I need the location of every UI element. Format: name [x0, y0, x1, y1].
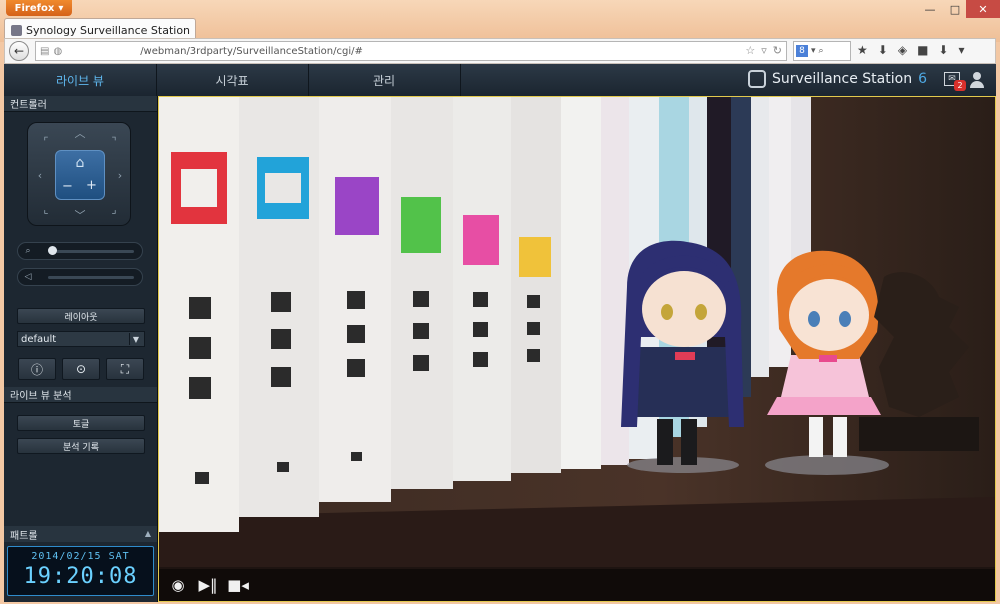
minimize-button[interactable]: — [916, 0, 944, 18]
volume-slider-track [48, 276, 134, 279]
snapshot-icon[interactable]: ◉ [167, 574, 189, 596]
ptz-center: ⌂ − + [55, 150, 105, 200]
minimize-icon: — [924, 2, 936, 16]
sidebar: 컨트롤러 ⌜ ︿ ⌝ ‹ › ⌞ ﹀ ⌟ ⌂ − + ⌕ ◁ 레이아웃 defa… [4, 96, 158, 602]
reload-icon[interactable]: ↻ [773, 44, 782, 57]
bookmarks-icon[interactable]: ★ [857, 43, 868, 57]
tab-live-view[interactable]: 라이브 뷰 [4, 64, 157, 96]
video-controls: ◉ ▶‖ ■◂ [159, 569, 995, 601]
navigation-bar: ← ▤ ◍ /webman/3rdparty/SurveillanceStati… [4, 38, 996, 64]
tab-timeline[interactable]: 시각표 [156, 64, 309, 96]
camera-feed[interactable]: ◉ ▶‖ ■◂ [158, 96, 996, 602]
firefox-menu-label: Firefox [14, 2, 55, 14]
brand-version: 6 [918, 71, 927, 87]
url-bar-icons: ▤ ◍ [36, 46, 62, 57]
close-button[interactable]: ✕ [966, 0, 1000, 18]
pan-down-icon[interactable]: ﹀ [72, 207, 88, 223]
volume-slider[interactable]: ◁ [17, 268, 143, 286]
record-icon[interactable]: ■◂ [227, 574, 249, 596]
zoom-out-icon[interactable]: − [62, 179, 73, 194]
clock-time: 19:20:08 [23, 564, 138, 589]
back-button[interactable]: ← [9, 41, 29, 61]
user-icon[interactable] [970, 72, 984, 88]
fullscreen-button[interactable]: ⛶ [106, 358, 144, 380]
url-bar[interactable]: ▤ ◍ /webman/3rdparty/SurveillanceStation… [35, 41, 787, 61]
analysis-history-button[interactable]: 분석 기록 [17, 438, 145, 454]
addon-icon[interactable]: ■ [917, 43, 928, 57]
toolbar-icons: ★ ⬇ ◈ ■ ⬇ ▾ [857, 43, 965, 57]
download-icon[interactable]: ⬇ [878, 43, 888, 57]
firefox-menu-button[interactable]: Firefox ▾ [6, 0, 72, 16]
favicon-icon [11, 25, 22, 36]
brand-name: Surveillance Station [772, 71, 913, 87]
zoom-in-icon[interactable]: + [86, 178, 97, 193]
toggle-button[interactable]: 토글 [17, 415, 145, 431]
globe-icon: ◍ [53, 45, 63, 57]
search-engine-icon: 8 [796, 45, 808, 57]
location-pin-icon: ⊙ [75, 362, 87, 376]
live-view-analysis-title: 라이브 뷰 분석 [4, 387, 157, 403]
home-icon[interactable]: ⌂ [71, 155, 89, 171]
pan-down-left-icon[interactable]: ⌞ [38, 201, 54, 217]
bookmark-star-icon[interactable]: ☆ [745, 44, 755, 57]
brand: Surveillance Station 6 [748, 70, 927, 88]
url-text: /webman/3rdparty/SurveillanceStation/cgi… [140, 45, 363, 57]
pan-up-left-icon[interactable]: ⌜ [38, 133, 54, 149]
download-helper-icon[interactable]: ⬇ [938, 43, 948, 57]
fullscreen-icon: ⛶ [120, 361, 130, 376]
maximize-icon: □ [949, 2, 961, 16]
pan-up-right-icon[interactable]: ⌝ [106, 133, 122, 149]
url-bar-actions: ☆ ▿ ↻ [745, 44, 782, 57]
pan-down-right-icon[interactable]: ⌟ [106, 201, 122, 217]
menu-dropdown-icon[interactable]: ▾ [958, 43, 964, 57]
chevron-up-icon: ▲ [144, 529, 151, 538]
location-button[interactable]: ⊙ [62, 358, 100, 380]
tab-management[interactable]: 관리 [308, 64, 461, 96]
pan-left-icon[interactable]: ‹ [32, 167, 48, 183]
controller-section-title: 컨트롤러 [4, 96, 157, 112]
surveillance-logo-icon [748, 70, 766, 88]
pan-up-icon[interactable]: ︿ [72, 125, 88, 141]
patrol-label: 패트롤 [10, 530, 38, 542]
window-titlebar: Firefox ▾ — □ ✕ Synology Surveillance St… [0, 0, 1000, 42]
chevron-down-icon: ▾ [58, 2, 64, 14]
magnifier-icon: ⌕ [25, 246, 31, 256]
app-header: 라이브 뷰 시각표 관리 Surveillance Station 6 ✉ 2 [4, 64, 996, 97]
search-icon: ⌕ [818, 46, 824, 56]
zoom-slider-track [48, 250, 134, 253]
layout-button[interactable]: 레이아웃 [17, 308, 145, 324]
layout-select-value: default [21, 333, 57, 345]
zoom-slider-knob[interactable] [48, 246, 57, 255]
message-count-badge: 2 [954, 80, 966, 91]
zoom-slider[interactable]: ⌕ [17, 242, 143, 260]
maximize-button[interactable]: □ [944, 0, 966, 18]
tab-title: Synology Surveillance Station [26, 24, 191, 37]
clock-date: 2014/02/15 SAT [31, 551, 130, 562]
search-box[interactable]: 8 ▾ ⌕ [793, 41, 851, 61]
page-icon: ▤ [40, 45, 50, 57]
surveillance-station-app: 라이브 뷰 시각표 관리 Surveillance Station 6 ✉ 2 … [4, 64, 996, 602]
back-arrow-icon: ← [13, 44, 25, 58]
close-icon: ✕ [978, 2, 988, 16]
chevron-down-icon: ▾ [811, 46, 816, 56]
pocket-icon[interactable]: ◈ [898, 43, 907, 57]
info-icon: ⓘ [30, 362, 43, 377]
layout-select[interactable]: default ▼ [17, 331, 145, 347]
ptz-control-pad: ⌜ ︿ ⌝ ‹ › ⌞ ﹀ ⌟ ⌂ − + [27, 122, 131, 226]
chevron-down-icon: ▼ [129, 333, 142, 345]
pan-right-icon[interactable]: › [112, 167, 128, 183]
clock-display: 2014/02/15 SAT 19:20:08 [7, 546, 154, 596]
speaker-icon: ◁ [24, 272, 32, 282]
dropdown-icon[interactable]: ▿ [761, 44, 767, 57]
patrol-section-title[interactable]: 패트롤 ▲ [4, 526, 157, 542]
play-pause-icon[interactable]: ▶‖ [197, 574, 219, 596]
camera-image [159, 97, 995, 601]
info-button[interactable]: ⓘ [18, 358, 56, 380]
